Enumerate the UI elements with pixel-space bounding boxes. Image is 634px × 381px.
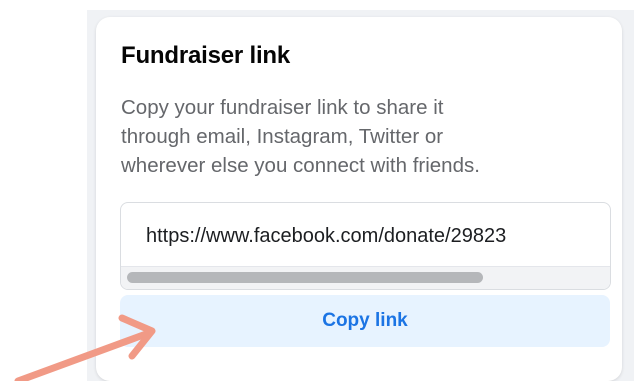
copy-link-button[interactable]: Copy link [120,295,610,347]
scrollbar-thumb[interactable] [127,272,483,283]
card-description: Copy your fundraiser link to share it th… [121,93,591,180]
horizontal-scrollbar[interactable] [121,266,610,289]
fundraiser-link-text[interactable]: https://www.facebook.com/donate/29823 [146,225,506,248]
card-title: Fundraiser link [121,42,291,69]
description-line: Copy your fundraiser link to share it [121,96,444,119]
description-line: wherever else you connect with friends. [121,154,480,177]
fundraiser-link-field[interactable]: https://www.facebook.com/donate/29823 [120,202,611,290]
description-line: through email, Instagram, Twitter or [121,125,444,148]
